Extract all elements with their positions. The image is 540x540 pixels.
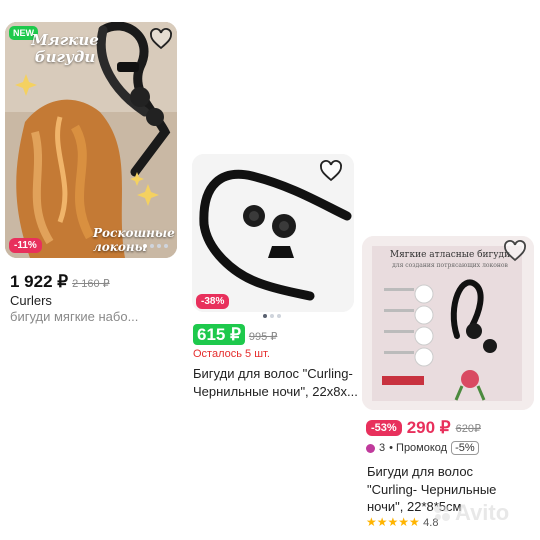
promo-row: 3 • Промокод -5% [366, 441, 479, 455]
favorite-heart-icon[interactable] [502, 238, 528, 264]
image-pager[interactable] [263, 314, 281, 318]
product-subtitle: бигуди мягкие набо... [10, 309, 139, 324]
price: 1 922 ₽2 160 ₽ [10, 272, 110, 292]
rating: ★★★★★ 4.8 [366, 515, 438, 529]
discount-badge: -38% [196, 294, 230, 309]
image-pager[interactable] [143, 244, 168, 248]
old-price: 995 ₽ [248, 331, 278, 343]
promo-count: 3 [379, 442, 386, 454]
product-image[interactable]: NEW Мягкие бигуди Роскошные локоны -11% [5, 22, 177, 258]
old-price: 620₽ [455, 422, 481, 435]
favorite-heart-icon[interactable] [318, 158, 344, 184]
current-price: 1 922 ₽ [10, 272, 69, 291]
product-title[interactable]: Curlers [10, 292, 52, 310]
discount-badge: -11% [9, 238, 42, 253]
image-caption-overlay: Роскошные локоны [93, 226, 175, 254]
promo-label: • Промокод [389, 442, 448, 454]
product-card-curling-ink[interactable]: -38% 615 ₽995 ₽ Осталось 5 шт. Бигуди дл… [188, 150, 358, 405]
image-title-overlay: Мягкие бигуди [31, 31, 99, 66]
watermark-text: Avito [455, 500, 510, 525]
product-title-line-2[interactable]: "Curling- Чернильные [367, 481, 496, 499]
stock-remaining: Осталось 5 шт. [193, 348, 270, 360]
product-card-satin-curlers[interactable]: Мягкие атласные бигуди для создания потр… [360, 232, 540, 540]
favorite-heart-icon[interactable] [148, 26, 174, 52]
current-price: 290 ₽ [406, 418, 451, 437]
price: 615 ₽995 ₽ [193, 324, 278, 345]
avito-logo-icon [434, 505, 450, 521]
price: -53% 290 ₽ 620₽ [366, 418, 481, 438]
image-subtitle: для создания потрясающих локонов [392, 262, 508, 269]
current-price: 615 ₽ [193, 324, 245, 345]
promo-value: -5% [451, 441, 479, 455]
promo-icon [366, 443, 375, 453]
discount-badge: -53% [366, 420, 402, 436]
product-title-line-1[interactable]: Бигуди для волос [367, 463, 473, 481]
image-title: Мягкие атласные бигуди [389, 250, 511, 260]
product-card-curlers[interactable]: NEW Мягкие бигуди Роскошные локоны -11% … [0, 0, 180, 340]
old-price: 2 160 ₽ [72, 278, 110, 290]
product-title-line-1[interactable]: Бигуди для волос "Curling- [193, 365, 353, 383]
product-title-line-2[interactable]: Чернильные ночи", 22x8x... [193, 383, 358, 401]
rating-stars-icon: ★★★★★ [366, 515, 420, 529]
avito-watermark: Avito [432, 500, 509, 526]
